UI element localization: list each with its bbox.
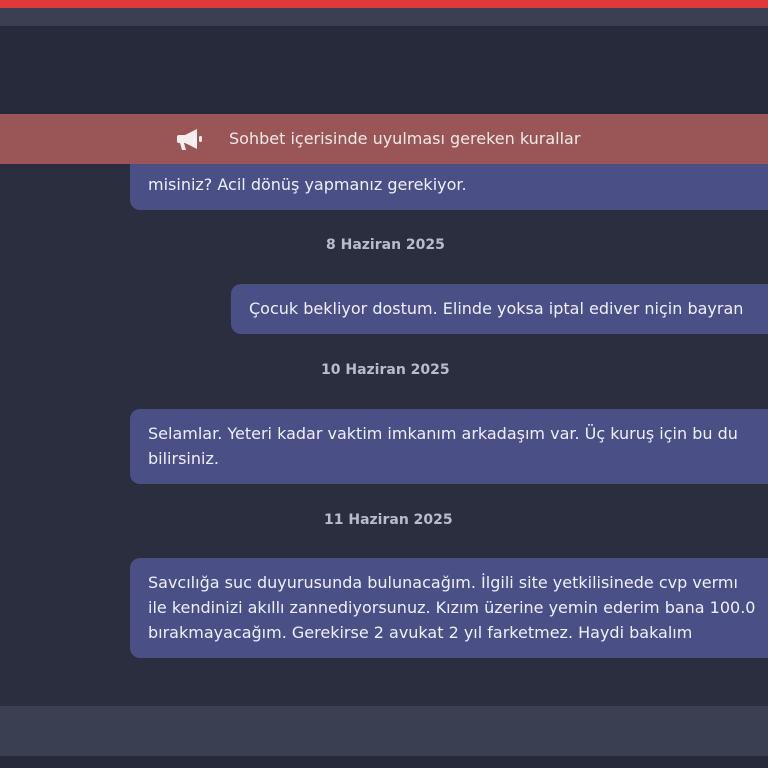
- message-bubble-outgoing: Çocuk bekliyor dostum. Elinde yoksa ipta…: [231, 284, 768, 334]
- date-separator: 10 Haziran 2025: [321, 362, 450, 378]
- footer-strip: [0, 756, 768, 768]
- message-line: misiniz? Acil dönüş yapmanız gerekiyor.: [148, 175, 467, 194]
- top-accent-bar: [0, 0, 768, 8]
- date-separator: 8 Haziran 2025: [326, 237, 445, 253]
- megaphone-icon: [176, 126, 206, 152]
- chat-header: [0, 26, 768, 114]
- message-line: Selamlar. Yeteri kadar vaktim imkanım ar…: [148, 424, 738, 443]
- message-line: Çocuk bekliyor dostum. Elinde yoksa ipta…: [249, 299, 744, 318]
- rules-notice-bar[interactable]: Sohbet içerisinde uyulması gereken kural…: [0, 114, 768, 164]
- message-line: bilirsiniz.: [148, 449, 219, 468]
- message-line: bırakmayacağım. Gerekirse 2 avukat 2 yıl…: [148, 623, 693, 642]
- date-separator: 11 Haziran 2025: [324, 512, 453, 528]
- chat-messages[interactable]: misiniz? Acil dönüş yapmanız gerekiyor. …: [0, 114, 768, 706]
- message-bubble-incoming: Selamlar. Yeteri kadar vaktim imkanım ar…: [130, 409, 768, 484]
- message-line: ile kendinizi akıllı zannediyorsunuz. Kı…: [148, 598, 756, 617]
- rules-notice-text[interactable]: Sohbet içerisinde uyulması gereken kural…: [229, 129, 580, 148]
- composer-area[interactable]: [0, 706, 768, 756]
- top-toolbar-strip: [0, 8, 768, 26]
- message-line: Savcılığa suc duyurusunda bulunacağım. İ…: [148, 573, 738, 592]
- message-bubble-incoming: Savcılığa suc duyurusunda bulunacağım. İ…: [130, 558, 768, 658]
